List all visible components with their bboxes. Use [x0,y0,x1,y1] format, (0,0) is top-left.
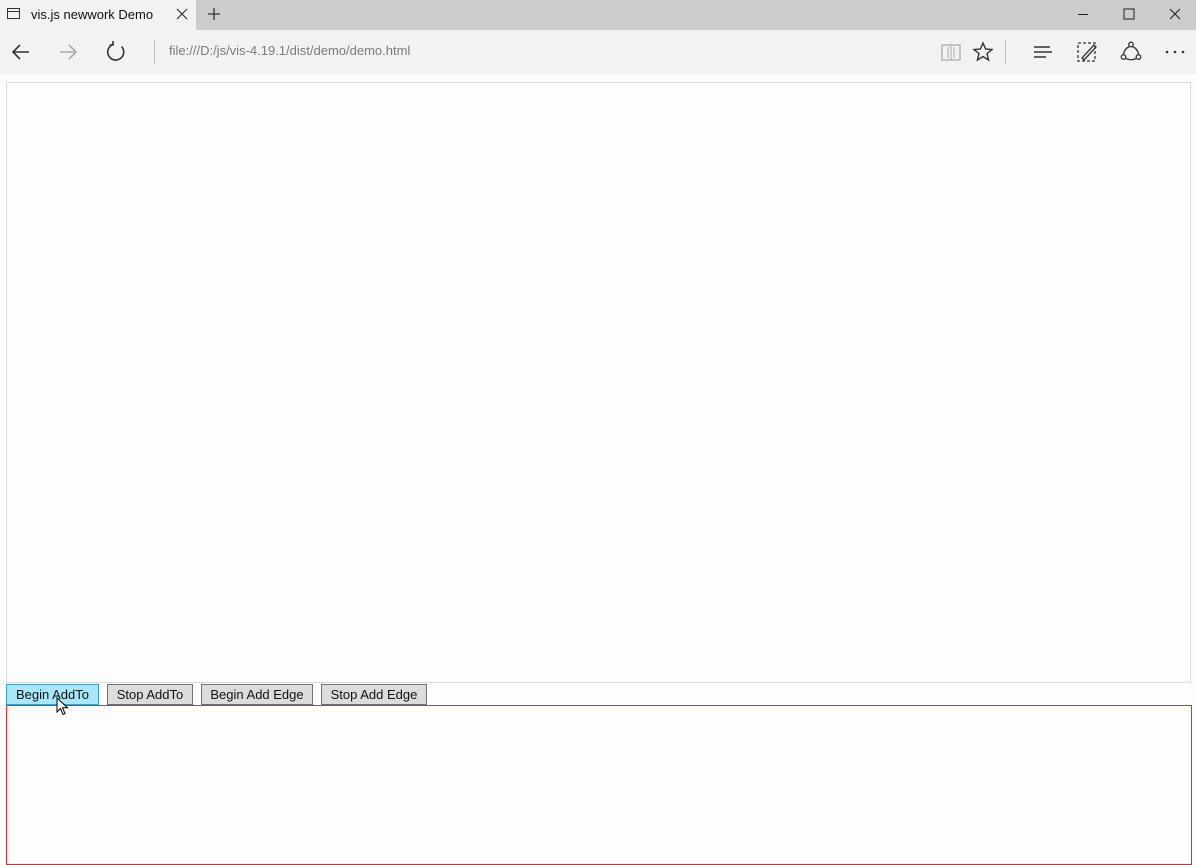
address-divider [154,40,155,64]
title-bar: vis.js newwork Demo [0,0,1196,30]
maximize-icon[interactable] [1121,6,1137,22]
more-icon[interactable] [1163,40,1187,64]
mouse-cursor-icon [56,697,69,716]
begin-addto-button[interactable]: Begin AddTo [6,684,99,705]
plus-icon[interactable] [206,6,222,22]
navigation-toolbar: file:///D:/js/vis-4.19.1/dist/demo/demo.… [0,30,1196,74]
minimize-icon[interactable] [1075,6,1091,22]
reading-view-icon[interactable] [939,40,963,64]
web-note-icon[interactable] [1075,40,1099,64]
window-close-icon[interactable] [1167,6,1183,22]
network-canvas[interactable] [6,82,1191,683]
hub-icon[interactable] [1031,40,1055,64]
share-icon[interactable] [1119,40,1143,64]
stop-add-edge-button[interactable]: Stop Add Edge [321,684,427,705]
forward-icon[interactable] [56,40,80,64]
begin-add-edge-button[interactable]: Begin Add Edge [201,684,313,705]
address-bar[interactable]: file:///D:/js/vis-4.19.1/dist/demo/demo.… [169,43,410,58]
stop-addto-button[interactable]: Stop AddTo [107,684,193,705]
favorite-star-icon[interactable] [971,40,995,64]
close-icon[interactable] [174,6,190,22]
page-icon [7,8,20,19]
tab-title: vis.js newwork Demo [31,7,154,22]
refresh-icon[interactable] [104,40,128,64]
toolbar-divider [1005,40,1006,64]
output-panel [6,705,1192,865]
browser-tab[interactable]: vis.js newwork Demo [0,0,196,30]
back-icon[interactable] [9,40,33,64]
